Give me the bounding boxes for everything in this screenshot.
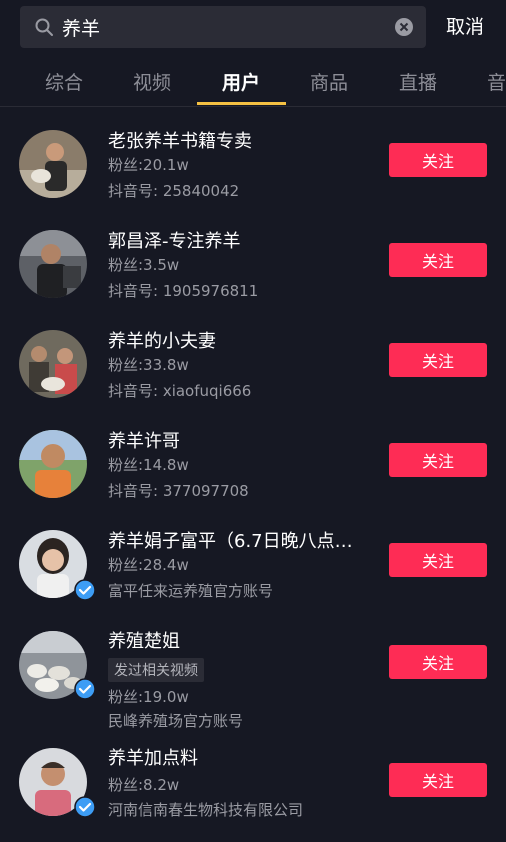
user-row[interactable]: 养羊的小夫妻 粉丝:33.8w 抖音号: xiaofuqi666 关注 [0,310,506,410]
user-row[interactable]: 养殖楚姐 发过相关视频 粉丝:19.0w 民峰养殖场官方账号 关注 [0,610,506,730]
clear-icon[interactable] [394,17,414,37]
cancel-button[interactable]: 取消 [440,6,490,48]
fans-count: 粉丝:28.4w [108,556,189,574]
account-id: 抖音号: 377097708 [108,482,249,500]
user-row[interactable]: 养羊许哥 粉丝:14.8w 抖音号: 377097708 关注 [0,410,506,510]
user-name: 养羊的小夫妻 [108,331,216,352]
follow-button[interactable]: 关注 [389,543,487,577]
follow-button[interactable]: 关注 [389,645,487,679]
verified-icon [74,579,96,601]
follow-button[interactable]: 关注 [389,243,487,277]
account-id: 抖音号: 25840042 [108,182,240,200]
user-name: 养殖楚姐 [108,631,180,652]
user-row[interactable]: 老张养羊书籍专卖 粉丝:20.1w 抖音号: 25840042 关注 [0,110,506,210]
official-account-label: 民峰养殖场官方账号 [108,712,244,730]
avatar[interactable] [19,130,87,198]
follow-button[interactable]: 关注 [389,143,487,177]
avatar[interactable] [19,330,87,398]
verified-icon [74,678,96,700]
follow-button[interactable]: 关注 [389,763,487,797]
search-box[interactable] [20,6,426,48]
tab-music[interactable]: 音 [487,68,506,95]
account-id: 抖音号: 1905976811 [108,282,259,300]
user-name: 养羊娟子富平（6.7日晚八点… [108,531,353,552]
related-video-tag: 发过相关视频 [108,658,204,682]
user-name: 养羊加点料 [108,748,198,769]
fans-count: 粉丝:3.5w [108,256,180,274]
official-account-label: 富平任来运养殖官方账号 [108,582,274,600]
tab-products[interactable]: 商品 [310,68,348,95]
account-id: 抖音号: xiaofuqi666 [108,382,252,400]
tab-bar: 综合 视频 用户 商品 直播 音 [0,58,506,107]
fans-count: 粉丝:20.1w [108,156,189,174]
user-row[interactable]: 郭昌泽-专注养羊 粉丝:3.5w 抖音号: 1905976811 关注 [0,210,506,310]
follow-button[interactable]: 关注 [389,443,487,477]
tab-live[interactable]: 直播 [399,68,437,95]
verified-icon [74,796,96,818]
avatar[interactable] [19,230,87,298]
tab-videos[interactable]: 视频 [133,68,171,95]
search-icon [35,18,53,36]
user-name: 郭昌泽-专注养羊 [108,231,241,252]
official-account-label: 河南信南春生物科技有限公司 [108,801,304,819]
search-bar: 取消 [0,0,506,58]
user-row[interactable]: 养羊娟子富平（6.7日晚八点… 粉丝:28.4w 富平任来运养殖官方账号 关注 [0,510,506,610]
follow-button[interactable]: 关注 [389,343,487,377]
tab-comprehensive[interactable]: 综合 [45,68,83,95]
user-name: 养羊许哥 [108,431,180,452]
avatar[interactable] [19,430,87,498]
tab-users[interactable]: 用户 [222,68,260,95]
search-input[interactable] [62,6,382,48]
fans-count: 粉丝:33.8w [108,356,189,374]
fans-count: 粉丝:19.0w [108,688,189,706]
user-row[interactable]: 养羊加点料 粉丝:8.2w 河南信南春生物科技有限公司 关注 [0,730,506,830]
active-tab-indicator [197,102,286,105]
fans-count: 粉丝:8.2w [108,776,180,794]
fans-count: 粉丝:14.8w [108,456,189,474]
user-name: 老张养羊书籍专卖 [108,131,252,152]
